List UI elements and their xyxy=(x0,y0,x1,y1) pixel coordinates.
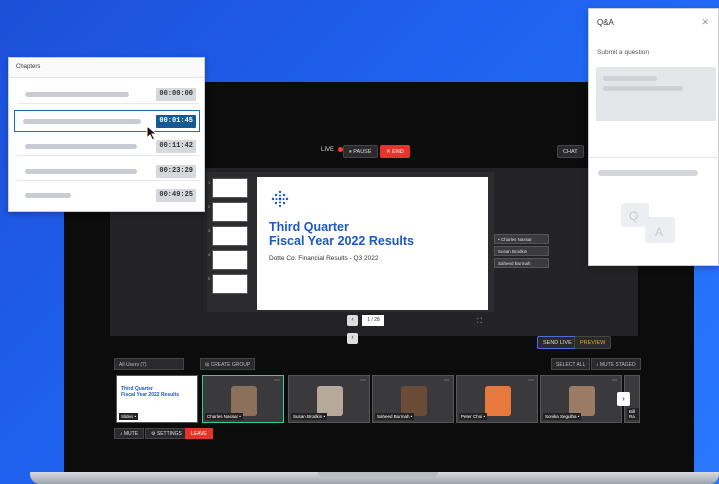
qa-prompt: Submit a question xyxy=(597,49,650,56)
chapter-time: 00:23:29 xyxy=(156,165,196,178)
mute-staged-button[interactable]: ♪ MUTE STAGED xyxy=(591,358,641,370)
slide-title-line1: Third Quarter xyxy=(269,220,349,234)
end-button[interactable]: ✕ END xyxy=(380,145,410,158)
avatar xyxy=(401,386,427,416)
chat-button[interactable]: CHAT xyxy=(557,145,584,158)
settings-button[interactable]: ⚙ SETTINGS xyxy=(145,428,188,439)
more-icon[interactable]: ⋯ xyxy=(528,377,534,384)
qa-bubbles-icon: Q A xyxy=(621,203,675,243)
avatar xyxy=(485,386,511,416)
tile-name: Sonika Segulha • xyxy=(543,413,582,420)
slide-controls: ‹ 1 / 28 › xyxy=(347,315,399,344)
slides-tile-title-line2: Fiscal Year 2022 Results xyxy=(121,392,180,398)
chapter-title-placeholder xyxy=(25,169,137,174)
question-input[interactable] xyxy=(596,67,716,121)
create-group-button[interactable]: ⊞ CREATE GROUP xyxy=(200,358,256,370)
chapter-time: 00:00:00 xyxy=(156,88,196,101)
thumb-number: 2 xyxy=(208,204,211,209)
more-icon[interactable]: ⋯ xyxy=(612,377,618,384)
slide-thumbnails: 1 2 3 4 5 xyxy=(208,178,252,310)
prev-slide-button[interactable]: ‹ xyxy=(347,315,358,326)
svg-text:A: A xyxy=(655,225,663,239)
chapter-row[interactable]: 00:00:00 xyxy=(17,85,199,104)
chapters-panel: Chapters 00:00:00 00:01:45 00:11:42 00:2… xyxy=(8,57,205,212)
slide-thumb[interactable]: 3 xyxy=(208,226,248,246)
mute-button[interactable]: ♪ MUTE xyxy=(114,428,145,439)
live-dot-icon xyxy=(337,147,343,152)
next-tiles-icon[interactable]: › xyxy=(617,392,630,406)
chapter-row[interactable]: 00:49:25 xyxy=(17,186,199,205)
chapter-title-placeholder xyxy=(23,119,141,124)
live-indicator: LIVE xyxy=(321,147,343,153)
avatar xyxy=(569,386,595,416)
chapter-row[interactable]: 00:11:42 xyxy=(17,137,199,156)
thumb-number: 4 xyxy=(208,252,211,257)
mouse-cursor-icon xyxy=(146,125,158,141)
page-indicator: 1 / 28 xyxy=(362,315,385,326)
svg-text:Q: Q xyxy=(629,209,638,223)
input-placeholder-line xyxy=(603,86,683,91)
current-slide: Third Quarter Fiscal Year 2022 Results D… xyxy=(257,177,488,310)
participant-tile[interactable]: ⋯ Sonika Segulha • xyxy=(540,375,622,423)
participant-tile[interactable]: ⋯ Susan Brodkin • xyxy=(288,375,370,423)
input-placeholder-line xyxy=(603,76,657,81)
qa-divider xyxy=(589,157,719,158)
thumb-number: 1 xyxy=(208,180,211,185)
chapter-title-placeholder xyxy=(25,92,129,97)
slide-title-line2: Fiscal Year 2022 Results xyxy=(269,234,415,248)
more-icon[interactable]: ⋯ xyxy=(444,377,450,384)
chapter-time: 00:49:25 xyxy=(156,189,196,202)
tile-name: Susan Brodkin • xyxy=(291,413,328,420)
preview-button[interactable]: PREVIEW xyxy=(574,336,612,349)
slides-tile[interactable]: Third Quarter Fiscal Year 2022 Results S… xyxy=(116,375,198,423)
tile-name: Slides • xyxy=(119,413,139,420)
live-label: LIVE xyxy=(321,147,335,154)
question-placeholder-line xyxy=(598,170,698,176)
slide-thumb[interactable]: 5 xyxy=(208,274,248,294)
chapter-title-placeholder xyxy=(25,193,71,198)
leave-button[interactable]: LEAVE xyxy=(185,428,213,439)
fullscreen-icon[interactable]: ⛶ xyxy=(477,318,482,326)
laptop-notch xyxy=(318,472,438,477)
send-live-button[interactable]: SEND LIVE xyxy=(537,336,578,349)
speaker-tag[interactable]: Susan Brodkin xyxy=(494,246,549,256)
speaker-tag[interactable]: Saheed Burmah xyxy=(494,258,549,268)
slide-title: Third Quarter Fiscal Year 2022 Results xyxy=(269,220,414,248)
tile-name: Bill Ra xyxy=(627,408,639,420)
slide-subtitle: Dotte Co. Financial Results - Q3 2022 xyxy=(269,255,379,262)
slide-thumb[interactable]: 2 xyxy=(208,202,248,222)
avatar xyxy=(231,386,257,416)
slide-thumb[interactable]: 1 xyxy=(208,178,248,198)
speaker-tag[interactable]: • Charles Nassar xyxy=(494,234,549,244)
thumb-number: 3 xyxy=(208,228,211,233)
qa-panel: Q&A ✕ Submit a question Q A xyxy=(588,8,719,266)
tile-name: Peter Choi • xyxy=(459,413,488,420)
participant-tile[interactable]: ⋯ Saheed Burmah • xyxy=(372,375,454,423)
company-logo-icon xyxy=(271,190,289,208)
chapter-time: 00:11:42 xyxy=(156,140,196,153)
chapter-row[interactable]: 00:23:29 xyxy=(17,162,199,181)
chapter-title-placeholder xyxy=(25,144,137,149)
slide-thumb[interactable]: 4 xyxy=(208,250,248,270)
tile-name: Charles Nassar • xyxy=(205,413,243,420)
tile-name: Saheed Burmah • xyxy=(375,413,415,420)
participant-tile[interactable]: ⋯ Charles Nassar • xyxy=(202,375,284,423)
avatar xyxy=(317,386,343,416)
qa-title: Q&A xyxy=(597,18,614,27)
next-slide-button[interactable]: › xyxy=(347,333,358,344)
pause-button[interactable]: ⏸ PAUSE xyxy=(343,145,378,158)
chapters-header: Chapters xyxy=(9,58,204,78)
more-icon[interactable]: ⋯ xyxy=(274,377,280,384)
user-filter-select[interactable]: All Users (7) xyxy=(114,358,184,370)
thumb-number: 5 xyxy=(208,276,211,281)
chapter-time: 00:01:45 xyxy=(156,115,196,128)
slides-tile-title: Third Quarter Fiscal Year 2022 Results xyxy=(121,386,179,398)
close-icon[interactable]: ✕ xyxy=(701,17,709,28)
select-all-button[interactable]: SELECT ALL xyxy=(551,358,591,370)
more-icon[interactable]: ⋯ xyxy=(360,377,366,384)
participant-tile[interactable]: ⋯ Peter Choi • xyxy=(456,375,538,423)
chapter-row[interactable]: 00:01:45 xyxy=(14,110,200,132)
